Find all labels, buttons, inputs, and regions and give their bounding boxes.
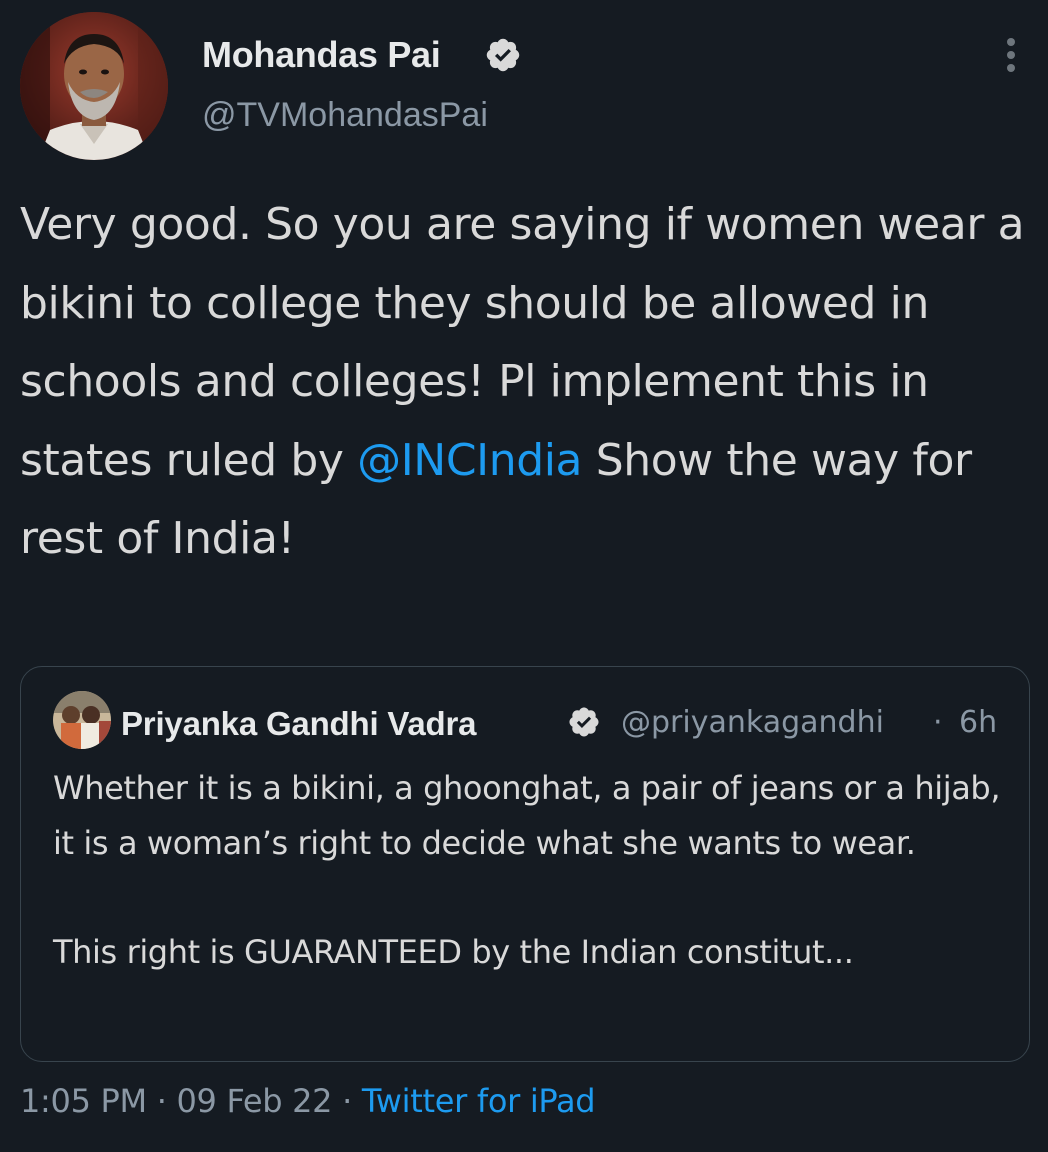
verified-badge-icon xyxy=(486,38,520,72)
quoted-avatar-image xyxy=(53,691,111,749)
quoted-tweet-text: Whether it is a bikini, a ghoonghat, a p… xyxy=(53,761,1013,979)
more-vertical-icon-dot xyxy=(1007,64,1015,72)
quoted-author-name[interactable]: Priyanka Gandhi Vadra xyxy=(121,705,476,743)
more-options-button[interactable] xyxy=(996,32,1026,76)
quoted-paragraph: This right is GUARANTEED by the Indian c… xyxy=(53,932,854,971)
author-name[interactable]: Mohandas Pai xyxy=(202,34,441,76)
meta-separator: · xyxy=(342,1082,352,1120)
verified-badge-icon xyxy=(569,707,599,737)
tweet-date[interactable]: 09 Feb 22 xyxy=(176,1082,332,1120)
author-avatar-image xyxy=(20,12,168,160)
quoted-separator: · xyxy=(933,705,943,740)
tweet-card: Mohandas Pai @TVMohandasPai Very good. S… xyxy=(0,0,1048,1152)
more-vertical-icon-dot xyxy=(1007,51,1015,59)
tweet-meta: 1:05 PM · 09 Feb 22 · Twitter for iPad xyxy=(20,1082,596,1120)
quoted-paragraph: Whether it is a bikini, a ghoonghat, a p… xyxy=(53,769,1001,862)
quoted-tweet[interactable]: Priyanka Gandhi Vadra @priyankagandhi · … xyxy=(20,666,1030,1062)
author-handle[interactable]: @TVMohandasPai xyxy=(202,96,488,135)
tweet-time[interactable]: 1:05 PM xyxy=(20,1082,147,1120)
quoted-timestamp[interactable]: 6h xyxy=(959,705,997,740)
more-vertical-icon xyxy=(1007,38,1015,46)
author-avatar[interactable] xyxy=(20,12,168,160)
tweet-source-link[interactable]: Twitter for iPad xyxy=(362,1082,596,1120)
quoted-author-avatar[interactable] xyxy=(53,691,111,749)
meta-separator: · xyxy=(156,1082,167,1120)
quoted-author-handle[interactable]: @priyankagandhi xyxy=(621,705,884,740)
mention-link[interactable]: @INCIndia xyxy=(357,435,582,486)
tweet-text: Very good. So you are saying if women we… xyxy=(20,186,1030,579)
